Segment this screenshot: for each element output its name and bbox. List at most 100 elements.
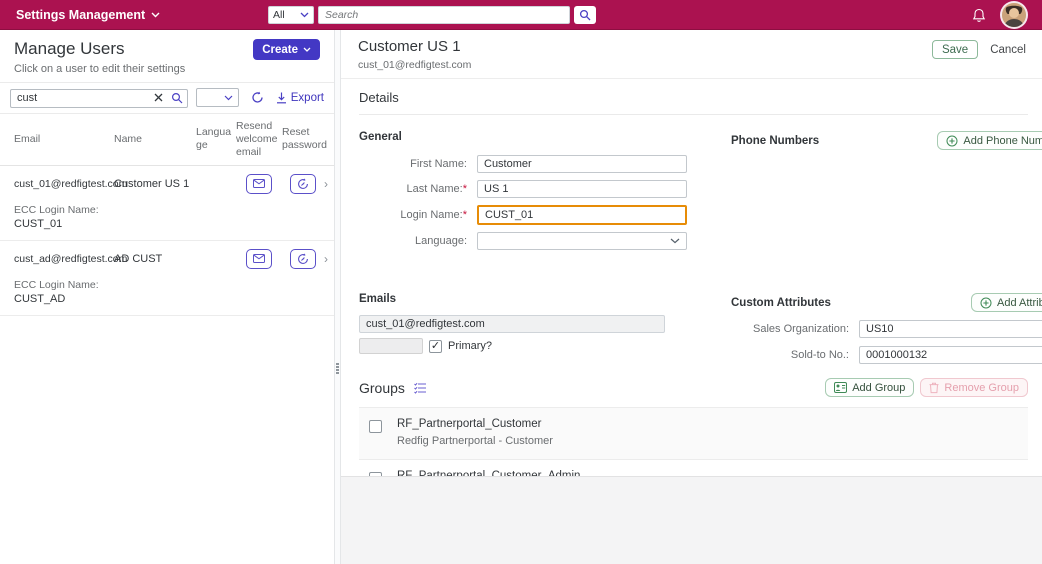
shell-search-input[interactable] — [318, 6, 570, 24]
filter-checklist-icon[interactable] — [414, 382, 427, 394]
plus-circle-icon — [946, 135, 958, 147]
detail-subtitle: cust_01@redfigtest.com — [358, 59, 472, 71]
phone-numbers-block: Phone Numbers Add Phone Number — [731, 131, 1042, 277]
save-button[interactable]: Save — [931, 40, 979, 59]
language-select[interactable] — [477, 232, 687, 250]
resend-welcome-email-button[interactable] — [246, 248, 272, 269]
users-table-header: Email Name Language Resend welcome email… — [0, 114, 334, 166]
required-asterisk: * — [462, 209, 467, 221]
group-badge-icon — [834, 382, 848, 393]
emails-block: Emails Primary? — [359, 293, 687, 354]
remove-group-label: Remove Group — [944, 381, 1019, 394]
user-email: cust_ad@redfigtest.com — [14, 252, 128, 265]
chevron-right-icon: › — [324, 176, 328, 191]
clear-search-icon[interactable] — [154, 93, 163, 102]
users-panel-header: Manage Users Create Click on a user to e… — [0, 30, 334, 82]
ecc-login-label: ECC Login Name: — [14, 278, 99, 291]
required-asterisk: * — [462, 183, 467, 195]
user-row[interactable]: cust_ad@redfigtest.com AD CUST › ECC Log… — [0, 241, 334, 316]
users-toolbar: Export — [0, 82, 334, 114]
reset-password-icon — [297, 253, 309, 265]
download-icon — [276, 92, 287, 104]
group-row[interactable]: RF_Partnerportal_Customer Redfig Partner… — [359, 407, 1028, 459]
detail-left-column: General First Name: Last Name:* Login Na… — [359, 131, 687, 364]
export-button[interactable]: Export — [276, 92, 324, 104]
phone-numbers-heading: Phone Numbers — [731, 134, 820, 147]
groups-heading: Groups — [359, 379, 405, 396]
first-name-label: First Name: — [410, 158, 467, 170]
envelope-icon — [253, 254, 265, 264]
reset-password-button[interactable] — [290, 248, 316, 269]
refresh-button[interactable] — [251, 91, 264, 104]
add-phone-number-button[interactable]: Add Phone Number — [937, 131, 1042, 150]
detail-right-column: Phone Numbers Add Phone Number — [731, 131, 1042, 364]
detail-header: Customer US 1 cust_01@redfigtest.com Sav… — [341, 30, 1042, 79]
general-heading: General — [359, 131, 402, 143]
email-type-field-disabled — [359, 338, 423, 354]
chevron-down-icon — [151, 12, 160, 18]
user-detail-panel: Customer US 1 cust_01@redfigtest.com Sav… — [341, 30, 1042, 564]
add-attribute-label: Add Attribute — [997, 296, 1042, 309]
language-label: Language: — [415, 235, 467, 247]
shell-right-actions — [972, 0, 1026, 30]
chevron-down-icon — [224, 95, 233, 101]
resend-welcome-email-button[interactable] — [246, 173, 272, 194]
detail-title: Customer US 1 — [358, 38, 461, 55]
user-avatar[interactable] — [1002, 3, 1026, 27]
search-scope-select[interactable]: All — [268, 6, 314, 24]
envelope-icon — [253, 179, 265, 189]
reset-password-button[interactable] — [290, 173, 316, 194]
group-name: RF_Partnerportal_Customer_Admin — [397, 470, 581, 477]
last-name-field[interactable] — [477, 180, 687, 198]
shellbar: Settings Management All — [0, 0, 1042, 30]
panel-splitter[interactable] — [334, 30, 341, 564]
page-background — [341, 477, 1042, 564]
detail-body: Details General First Name: Last Name:* — [341, 79, 1042, 477]
groups-list: RF_Partnerportal_Customer Redfig Partner… — [359, 407, 1028, 477]
refresh-icon — [251, 91, 264, 104]
shell-search-group: All — [268, 6, 596, 24]
login-name-label: Login Name:* — [400, 209, 467, 221]
splitter-grip-icon — [336, 362, 339, 375]
user-detail-card: Customer US 1 cust_01@redfigtest.com Sav… — [341, 30, 1042, 477]
add-group-button[interactable]: Add Group — [825, 378, 915, 397]
search-icon — [579, 9, 591, 21]
search-icon[interactable] — [171, 92, 183, 104]
sold-to-field[interactable] — [859, 346, 1042, 364]
search-scope-value: All — [273, 9, 285, 21]
column-header-language: Language — [196, 126, 232, 152]
emails-heading: Emails — [359, 293, 397, 305]
custom-attributes-block: Custom Attributes Add Attribute Sales Or… — [731, 293, 1042, 364]
group-checkbox[interactable] — [369, 420, 382, 433]
create-button-label: Create — [262, 43, 298, 56]
create-user-button[interactable]: Create — [253, 39, 320, 60]
remove-group-button-disabled: Remove Group — [920, 378, 1028, 397]
group-name: RF_Partnerportal_Customer — [397, 418, 542, 430]
notifications-bell-icon[interactable] — [972, 8, 986, 23]
column-header-name: Name — [114, 132, 143, 145]
column-header-resend: Resend welcome email — [236, 119, 278, 158]
sales-organization-field[interactable] — [859, 320, 1042, 338]
group-row[interactable]: RF_Partnerportal_Customer_Admin Redfig P… — [359, 459, 1028, 477]
export-label: Export — [290, 91, 324, 104]
shell-search-button[interactable] — [574, 6, 596, 24]
user-row[interactable]: cust_01@redfigtest.com Customer US 1 › E… — [0, 166, 334, 241]
cancel-button[interactable]: Cancel — [990, 44, 1026, 56]
primary-email-checkbox[interactable] — [429, 339, 442, 353]
last-name-label: Last Name:* — [406, 183, 467, 195]
panel-title: Manage Users — [14, 39, 125, 58]
groups-header-bar: Groups Add Group Remove Group — [359, 378, 1028, 397]
ecc-login-label: ECC Login Name: — [14, 203, 99, 216]
user-name: Customer US 1 — [114, 177, 190, 190]
login-name-field[interactable] — [477, 205, 687, 225]
user-filter-select[interactable] — [196, 88, 239, 108]
add-attribute-button[interactable]: Add Attribute — [971, 293, 1042, 312]
email-field[interactable] — [359, 315, 665, 333]
panel-subtitle: Click on a user to edit their settings — [14, 63, 186, 75]
chevron-down-icon — [300, 12, 309, 18]
sold-to-label: Sold-to No.: — [790, 348, 849, 361]
first-name-field[interactable] — [477, 155, 687, 173]
column-header-email: Email — [14, 132, 41, 145]
app-title-menu[interactable]: Settings Management — [16, 8, 160, 22]
general-block: General First Name: Last Name:* Login Na… — [359, 131, 687, 277]
